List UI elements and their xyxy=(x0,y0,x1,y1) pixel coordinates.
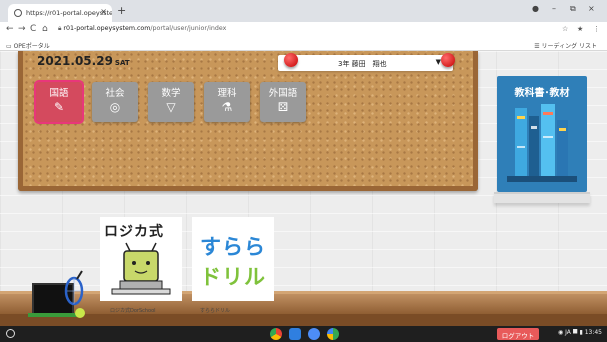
subject-label: 数学 xyxy=(161,88,181,99)
tennis-racket-icon xyxy=(64,270,85,318)
reading-list-label: リーディング リスト xyxy=(541,43,598,50)
profile-icon[interactable]: ● xyxy=(532,4,539,13)
small-shelf xyxy=(494,192,590,203)
pushpin-icon xyxy=(284,53,298,67)
bookmarks-bar: ▭ OPEポータル ☰ リーディング リスト xyxy=(0,39,607,51)
system-tray[interactable]: ◉ JA ⯀ ▮ 13:45 xyxy=(558,329,602,337)
extensions-icon[interactable]: ★ xyxy=(577,25,583,33)
bookmark-folder[interactable]: ▭ OPEポータル xyxy=(6,41,50,50)
reading-list-button[interactable]: ☰ リーディング リスト xyxy=(534,41,597,50)
minimize-button[interactable]: – xyxy=(552,4,556,13)
tab-close-icon[interactable]: × xyxy=(100,7,107,16)
triangle-ruler-icon: ▽ xyxy=(166,100,176,114)
logout-button[interactable]: ログアウト xyxy=(497,328,539,340)
pushpin-icon xyxy=(441,53,455,67)
url-path: /portal/user/junior/index xyxy=(150,25,227,32)
digital-books-illustration xyxy=(507,104,577,182)
tab-title: https://r01-portal.opeysstem... xyxy=(26,9,112,17)
home-button[interactable]: ⌂ xyxy=(42,24,48,34)
account-icon: ◉ xyxy=(557,329,564,336)
wooden-shelf xyxy=(0,291,607,314)
launcher-icon[interactable] xyxy=(6,329,15,338)
day-of-week: SAT xyxy=(114,59,130,67)
play-store-icon[interactable] xyxy=(327,328,339,340)
user-selector[interactable]: 3年 藤田 翔也 ▼ xyxy=(278,55,453,71)
subject-japanese-button[interactable]: 国語 ✎ xyxy=(34,80,84,124)
subject-label: 外国語 xyxy=(268,88,298,99)
app-logika-tile[interactable]: ロジカ式 xyxy=(100,217,182,301)
address-bar[interactable]: 🔒︎ r01-portal.opeysystem.com/portal/user… xyxy=(58,25,226,33)
menu-icon[interactable]: ⋮ xyxy=(593,25,600,33)
date-display: 2021.05.29 SAT xyxy=(37,54,130,68)
surara-title: すらら xyxy=(200,235,266,259)
user-name: 3年 藤田 翔也 xyxy=(338,60,387,68)
new-tab-button[interactable]: + xyxy=(117,4,126,17)
subject-social-studies-button[interactable]: 社会 ◎ xyxy=(92,82,138,122)
bookmark-star-icon[interactable]: ☆ xyxy=(562,25,568,33)
maximize-button[interactable]: ⧉ xyxy=(570,4,576,14)
subject-label: 理科 xyxy=(217,88,237,99)
url-host: r01-portal.opeysystem.com xyxy=(63,25,151,32)
app-surara-tile[interactable]: すらら ドリル xyxy=(192,217,274,301)
browser-tab[interactable]: https://r01-portal.opeysstem... × xyxy=(8,4,112,22)
files-icon[interactable] xyxy=(289,328,301,340)
back-button[interactable]: ← xyxy=(6,24,14,34)
tray-status: JA ⯀ ▮ 13:45 xyxy=(565,329,602,336)
screen: https://r01-portal.opeysstem... × + ● – … xyxy=(0,0,607,342)
flask-icon: ⚗ xyxy=(221,100,233,114)
system-taskbar: ログアウト ◉ JA ⯀ ▮ 13:45 xyxy=(0,326,607,342)
subject-label: 社会 xyxy=(105,88,125,99)
bookmark-label: OPEポータル xyxy=(13,43,50,50)
reload-button[interactable]: C xyxy=(30,24,36,34)
subject-science-button[interactable]: 理科 ⚗ xyxy=(204,82,250,122)
subject-label: 国語 xyxy=(49,88,69,99)
letter-cards-icon: ⚄ xyxy=(277,100,289,114)
globe-icon xyxy=(14,9,22,17)
forward-button[interactable]: → xyxy=(18,24,26,34)
subject-math-button[interactable]: 数学 ▽ xyxy=(148,82,194,122)
browser-tab-strip: https://r01-portal.opeysstem... × + ● – … xyxy=(0,0,607,22)
pencil-icon: ✎ xyxy=(53,100,65,114)
browser-toolbar: ← → C ⌂ 🔒︎ r01-portal.opeysystem.com/por… xyxy=(0,22,607,39)
drill-title: ドリル xyxy=(200,265,266,289)
logika-mascot-icon xyxy=(111,242,171,295)
close-window-button[interactable]: × xyxy=(588,4,595,13)
portal-page: 2021.05.29 SAT 3年 藤田 翔也 ▼ 国語 ✎ 社会 ◎ 数学 ▽ … xyxy=(0,51,607,326)
app-surara-label: すららドリル xyxy=(200,308,231,314)
chrome-icon[interactable] xyxy=(270,328,282,340)
date-text: 2021.05.29 xyxy=(37,54,113,68)
subject-foreign-language-button[interactable]: 外国語 ⚄ xyxy=(260,82,306,122)
app-logika-label: ロジカ式DorSchool xyxy=(110,308,156,314)
textbooks-button[interactable]: 教科書･教材 xyxy=(497,76,587,192)
floor xyxy=(0,314,607,326)
globe-icon: ◎ xyxy=(109,100,121,114)
cork-board: 2021.05.29 SAT 3年 藤田 翔也 ▼ 国語 ✎ 社会 ◎ 数学 ▽ … xyxy=(18,51,478,191)
docs-icon[interactable] xyxy=(308,328,320,340)
